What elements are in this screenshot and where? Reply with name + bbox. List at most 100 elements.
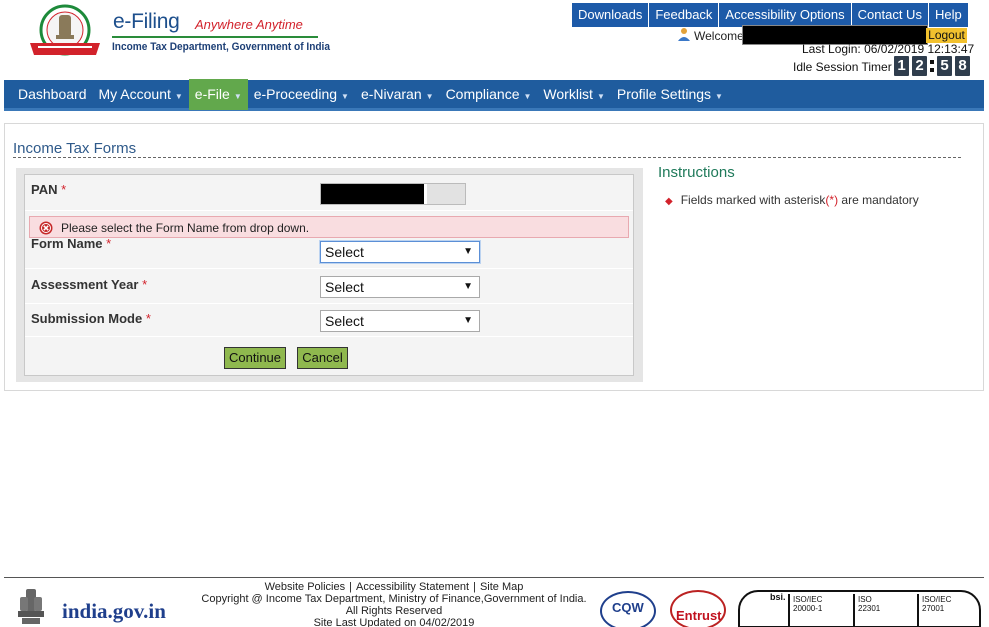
nav-compliance[interactable]: Compliance ▼ <box>440 79 538 110</box>
submission-mode-label: Submission Mode * <box>31 311 151 326</box>
assessment-year-label: Assessment Year * <box>31 277 147 292</box>
iso-text: 27001 <box>922 604 945 613</box>
nav-e-proceeding[interactable]: e-Proceeding ▼ <box>248 79 355 110</box>
nav-dashboard[interactable]: Dashboard <box>12 79 93 110</box>
form-name-label: Form Name * <box>31 236 111 251</box>
dropdown-arrow-icon: ▼ <box>463 281 473 292</box>
required-mark: * <box>145 311 151 326</box>
title-divider <box>13 157 961 158</box>
assessment-year-row: Assessment Year * Select ▼ <box>25 270 633 304</box>
iso-22301-badge: ISO 22301 <box>858 595 880 613</box>
submission-mode-label-text: Submission Mode <box>31 311 143 326</box>
error-text: Please select the Form Name from drop do… <box>61 221 310 235</box>
nav-label: Worklist <box>543 85 593 102</box>
submission-mode-select[interactable]: Select ▼ <box>320 310 480 332</box>
page-root: e-Filing Anywhere Anytime Income Tax Dep… <box>0 0 989 627</box>
form-name-label-text: Form Name <box>31 236 103 251</box>
brand-subtitle: Income Tax Department, Government of Ind… <box>112 41 330 53</box>
idle-session-label: Idle Session Timer <box>793 60 892 74</box>
chevron-down-icon: ▼ <box>341 91 349 101</box>
timer-digit: 5 <box>937 56 952 76</box>
nav-my-account[interactable]: My Account ▼ <box>93 79 189 110</box>
form-name-selected: Select <box>325 244 364 260</box>
chevron-down-icon: ▼ <box>523 91 532 101</box>
logout-button[interactable]: Logout <box>926 28 967 43</box>
submission-mode-selected: Select <box>325 313 364 329</box>
income-tax-form: PAN * Please select the Form Name from d… <box>24 174 634 376</box>
iso-text: 20000-1 <box>793 604 823 613</box>
dropdown-arrow-icon: ▼ <box>463 315 473 326</box>
idle-session-timer: 1 2 5 8 <box>894 56 973 76</box>
chevron-down-icon: ▼ <box>174 91 183 101</box>
badge-divider <box>853 594 855 627</box>
brand-tagline: Anywhere Anytime <box>195 17 303 32</box>
iso-text: ISO/IEC <box>793 595 823 604</box>
badge-divider <box>917 594 919 627</box>
timer-digit: 8 <box>955 56 970 76</box>
continue-button[interactable]: Continue <box>224 347 286 369</box>
timer-digit: 2 <box>912 56 927 76</box>
last-login-label: Last Login: <box>802 42 861 56</box>
nav-label: e-Nivaran <box>360 85 422 102</box>
income-tax-department-logo <box>30 4 100 56</box>
page-title: Income Tax Forms <box>13 140 137 157</box>
separator: | <box>349 581 352 593</box>
accessibility-options-link[interactable]: Accessibility Options <box>719 3 852 27</box>
footer: india.gov.in Website Policies | Accessibil… <box>4 577 984 627</box>
help-link[interactable]: Help <box>928 3 969 27</box>
nav-label: Dashboard <box>18 85 87 102</box>
assessment-year-select[interactable]: Select ▼ <box>320 276 480 298</box>
header: e-Filing Anywhere Anytime Income Tax Dep… <box>0 0 989 80</box>
required-mark: (*) <box>825 193 839 207</box>
instruction-item: ◆ Fields marked with asterisk(*) are mand… <box>665 193 919 207</box>
pan-label: PAN * <box>31 182 66 197</box>
nav-label: My Account <box>98 85 171 102</box>
form-name-select[interactable]: Select ▼ <box>320 241 480 263</box>
nav-e-file[interactable]: e-File ▼ <box>188 78 248 110</box>
submission-mode-row: Submission Mode * Select ▼ <box>25 304 633 337</box>
nav-worklist[interactable]: Worklist ▼ <box>537 79 610 110</box>
brand-title: e-Filing <box>113 10 180 33</box>
site-updated: Site Last Updated on 04/02/2019 <box>313 617 475 627</box>
redacted-pan <box>321 184 427 204</box>
nav-e-nivaran[interactable]: e-Nivaran ▼ <box>355 79 440 110</box>
site-map-link[interactable]: Site Map <box>480 581 523 593</box>
required-mark: * <box>142 277 148 292</box>
entrust-badge-text: Entrust <box>676 608 722 623</box>
pan-row: PAN * <box>25 175 633 211</box>
chevron-down-icon: ▼ <box>596 91 605 101</box>
pan-label-text: PAN <box>31 182 58 197</box>
separator: | <box>473 581 476 593</box>
iso-text: 22301 <box>858 604 881 613</box>
website-policies-link[interactable]: Website Policies <box>265 581 346 593</box>
cqw-badge-text: CQW <box>612 600 644 615</box>
required-mark: * <box>61 182 67 197</box>
error-message: Please select the Form Name from drop do… <box>29 216 629 238</box>
pan-field <box>320 183 466 205</box>
bullet-icon: ◆ <box>665 196 673 207</box>
feedback-link[interactable]: Feedback <box>649 3 720 27</box>
contact-us-link[interactable]: Contact Us <box>851 3 929 27</box>
brand-divider <box>112 36 318 38</box>
last-login: Last Login: 06/02/2019 12:13:47 <box>802 42 974 56</box>
chevron-down-icon: ▼ <box>425 91 434 101</box>
accessibility-statement-link[interactable]: Accessibility Statement <box>356 581 469 593</box>
error-icon <box>39 221 53 235</box>
footer-link-row: Website Policies | Accessibility Statement… <box>4 581 784 593</box>
badge-divider <box>788 594 790 627</box>
nav-label: e-Proceeding <box>253 85 338 102</box>
downloads-link[interactable]: Downloads <box>572 3 650 27</box>
cancel-button[interactable]: Cancel <box>297 347 348 369</box>
last-login-value: 06/02/2019 12:13:47 <box>864 42 975 56</box>
nav-profile-settings[interactable]: Profile Settings ▼ <box>611 79 729 110</box>
nav-label: Profile Settings <box>616 85 712 102</box>
timer-colon <box>930 56 934 76</box>
footer-info: Website Policies | Accessibility Statement… <box>4 581 784 627</box>
nav-label: e-File <box>194 85 230 102</box>
instruction-text-end: are mandatory <box>838 193 919 207</box>
chevron-down-icon: ▼ <box>233 91 242 101</box>
copyright: Copyright @ Income Tax Department, Minis… <box>201 593 587 605</box>
iso-20000-badge: ISO/IEC 20000-1 <box>793 595 822 613</box>
rights-reserved: All Rights Reserved <box>345 605 443 617</box>
timer-digit: 1 <box>894 56 909 76</box>
